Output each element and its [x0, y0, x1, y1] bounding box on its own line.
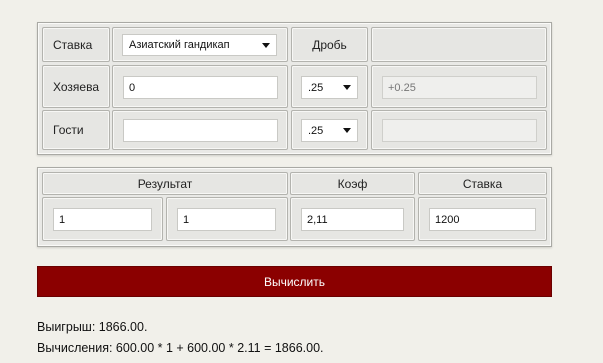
calculate-button[interactable]: Вычислить — [37, 266, 552, 297]
bet-type-value: Азиатский гандикап — [129, 39, 230, 51]
home-fraction-cell: .25 — [291, 65, 368, 108]
home-label: Хозяева — [42, 65, 110, 108]
bet-amount-label: Ставка — [418, 172, 547, 195]
chevron-down-icon — [343, 85, 351, 90]
empty-header-cell — [371, 27, 547, 62]
win-amount-text: Выигрыш: 1866.00. — [37, 320, 148, 334]
away-handicap-field — [382, 119, 537, 142]
coef-cell: 2,11 — [290, 197, 415, 241]
result-label: Результат — [42, 172, 288, 195]
chevron-down-icon — [343, 128, 351, 133]
away-fraction-cell: .25 — [291, 110, 368, 150]
coef-input[interactable]: 2,11 — [301, 208, 404, 231]
result-away-input[interactable]: 1 — [177, 208, 276, 231]
fraction-label: Дробь — [291, 27, 368, 62]
bet-amount-input[interactable]: 1200 — [429, 208, 536, 231]
chevron-down-icon — [262, 42, 270, 48]
home-fraction-select[interactable]: .25 — [301, 76, 358, 99]
result-away-cell: 1 — [166, 197, 288, 241]
result-home-input[interactable]: 1 — [53, 208, 152, 231]
coef-label: Коэф — [290, 172, 415, 195]
bet-amount-cell: 1200 — [418, 197, 547, 241]
bet-type-select[interactable]: Азиатский гандикап — [122, 34, 277, 56]
result-home-cell: 1 — [42, 197, 163, 241]
stake-type-label: Ставка — [42, 27, 110, 62]
away-score-input[interactable] — [123, 119, 278, 142]
away-handicap-cell — [371, 110, 547, 150]
home-score-cell: 0 — [112, 65, 288, 108]
away-score-cell — [112, 110, 288, 150]
away-label: Гости — [42, 110, 110, 150]
calculation-text: Вычисления: 600.00 * 1 + 600.00 * 2.11 =… — [37, 341, 324, 355]
away-fraction-select[interactable]: .25 — [301, 119, 358, 142]
bet-type-cell: Азиатский гандикап — [112, 27, 288, 62]
home-handicap-field: +0.25 — [382, 76, 537, 99]
home-score-input[interactable]: 0 — [123, 76, 278, 99]
home-fraction-value: .25 — [308, 81, 324, 94]
home-handicap-cell: +0.25 — [371, 65, 547, 108]
away-fraction-value: .25 — [308, 124, 324, 137]
